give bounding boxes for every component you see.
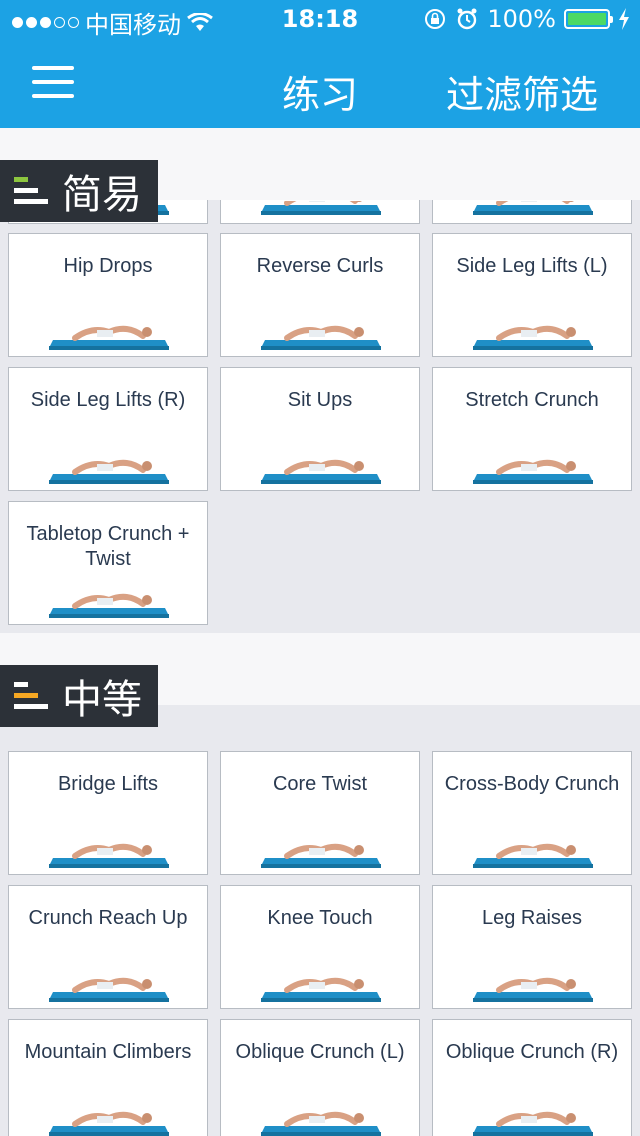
exercise-illustration	[259, 310, 383, 350]
level-bar	[14, 704, 48, 709]
difficulty-level-icon	[14, 680, 48, 712]
exercise-name: Tabletop Crunch + Twist	[26, 523, 190, 570]
exercise-name: Oblique Crunch (L)	[235, 1041, 405, 1063]
exercise-illustration	[259, 828, 383, 868]
exercise-card[interactable]: Leg Raises	[432, 885, 632, 1009]
exercise-name: Leg Raises	[481, 907, 583, 929]
exercise-name: Hip Drops	[63, 255, 153, 277]
exercise-name: Bridge Lifts	[57, 773, 159, 795]
exercise-illustration	[471, 1096, 595, 1136]
filter-button[interactable]: 过滤筛选	[446, 64, 598, 119]
exercise-name: Mountain Climbers	[24, 1041, 192, 1063]
exercise-card[interactable]: Oblique Crunch (R)	[432, 1019, 632, 1136]
difficulty-level-icon	[14, 175, 48, 207]
exercise-card[interactable]: Mountain Climbers	[8, 1019, 208, 1136]
exercise-card[interactable]: Cross-Body Crunch	[432, 751, 632, 875]
exercise-illustration	[259, 962, 383, 1002]
exercise-name: Cross-Body Crunch	[444, 773, 620, 795]
rotation-lock-icon	[425, 9, 446, 29]
exercise-card[interactable]: Side Leg Lifts (R)	[8, 367, 208, 491]
exercise-name: Knee Touch	[267, 907, 373, 929]
exercise-card[interactable]: Tabletop Crunch + Twist	[8, 501, 208, 625]
status-bar: 中国移动 18:18 100%	[0, 0, 640, 40]
exercise-card[interactable]: Core Twist	[220, 751, 420, 875]
nav-bar: 练习 过滤筛选	[0, 40, 640, 128]
exercise-name: Core Twist	[272, 773, 368, 795]
exercise-illustration	[47, 444, 171, 484]
level-bar	[14, 188, 38, 193]
exercise-card[interactable]: Side Leg Lifts (L)	[432, 233, 632, 357]
exercise-card[interactable]: Knee Touch	[220, 885, 420, 1009]
level-bar-accent	[14, 693, 38, 698]
exercise-illustration	[471, 310, 595, 350]
battery-percent: 100%	[487, 5, 556, 33]
exercise-card-partial[interactable]	[432, 200, 632, 224]
alarm-icon	[457, 8, 477, 30]
exercise-illustration	[259, 1096, 383, 1136]
exercise-illustration	[259, 444, 383, 484]
exercise-name: Crunch Reach Up	[28, 907, 188, 929]
exercise-card[interactable]: Sit Ups	[220, 367, 420, 491]
exercise-illustration	[47, 578, 171, 618]
level-bar	[14, 682, 28, 687]
section-label-easy: 简易	[0, 160, 158, 222]
section-title: 简易	[62, 172, 142, 218]
exercise-illustration	[47, 828, 171, 868]
exercise-card[interactable]: Bridge Lifts	[8, 751, 208, 875]
exercise-illustration	[47, 1096, 171, 1136]
exercise-card[interactable]: Reverse Curls	[220, 233, 420, 357]
section-title: 中等	[62, 677, 142, 723]
exercise-illustration	[47, 962, 171, 1002]
exercise-illustration	[47, 310, 171, 350]
exercise-name: Side Leg Lifts (R)	[30, 389, 186, 411]
status-right: 100%	[423, 5, 630, 33]
exercise-illustration	[471, 962, 595, 1002]
section-label-medium: 中等	[0, 665, 158, 727]
exercise-name: Sit Ups	[287, 389, 353, 411]
level-bar-accent	[14, 177, 28, 182]
exercise-name: Side Leg Lifts (L)	[456, 255, 608, 277]
exercise-card[interactable]: Crunch Reach Up	[8, 885, 208, 1009]
exercise-name: Reverse Curls	[256, 255, 384, 277]
exercise-illustration	[471, 201, 595, 219]
battery-icon	[564, 9, 613, 29]
exercise-illustration	[259, 201, 383, 219]
charging-icon	[619, 8, 629, 30]
exercise-card[interactable]: Oblique Crunch (L)	[220, 1019, 420, 1136]
exercise-illustration	[471, 444, 595, 484]
exercise-illustration	[471, 828, 595, 868]
exercise-card[interactable]: Stretch Crunch	[432, 367, 632, 491]
exercise-card-partial[interactable]	[220, 200, 420, 224]
exercise-card[interactable]: Hip Drops	[8, 233, 208, 357]
exercise-name: Oblique Crunch (R)	[445, 1041, 619, 1063]
exercise-name: Stretch Crunch	[465, 389, 599, 411]
level-bar	[14, 199, 48, 204]
